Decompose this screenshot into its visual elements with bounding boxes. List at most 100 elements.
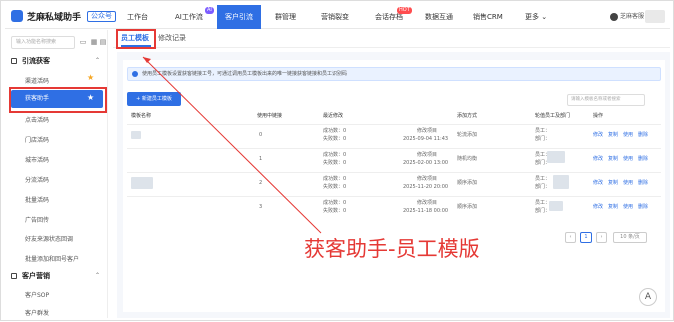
sidebar-item-channel-code[interactable]: 渠道活码 [25, 76, 49, 85]
sidebar-group-label: 客户营销 [22, 272, 50, 280]
star-icon[interactable]: ★ [87, 73, 94, 82]
sidebar-group-marketing[interactable]: 客户营销 [11, 271, 50, 281]
edit-link[interactable]: 修改 [593, 180, 603, 187]
column-header: 操作 [593, 113, 604, 119]
table-row: 1 成功数：0 失败数：0 修改项目 2025-02-00 13:00 随机均衡… [127, 148, 661, 172]
dept-label: 部门： [535, 184, 551, 190]
use-link[interactable]: 使用 [623, 156, 633, 163]
delete-link[interactable]: 删除 [638, 180, 648, 187]
link-count: 3 [259, 204, 263, 210]
sidebar-search-input[interactable]: 输入功能名称搜索 [11, 36, 75, 49]
page-current-button[interactable]: 1 [580, 232, 592, 243]
copy-link[interactable]: 复制 [608, 204, 618, 211]
copy-link[interactable]: 复制 [608, 156, 618, 163]
template-search-input[interactable]: 请输入模板名称或者搜索 [567, 94, 645, 106]
sidebar-item-split-code[interactable]: 分流活码 [25, 175, 49, 184]
add-method: 轮流添加 [457, 132, 478, 138]
nav-data-sync[interactable]: 数据互通 [425, 5, 453, 29]
dept-label: 部门： [535, 136, 551, 142]
sidebar-item-click-code[interactable]: 点击活码 [25, 115, 49, 124]
redacted-staff [549, 201, 563, 211]
brand-tag[interactable]: 公众号 [87, 11, 116, 22]
link-count: 2 [259, 180, 263, 186]
assistant-float-button[interactable]: A [639, 288, 657, 306]
redacted-staff [553, 175, 569, 189]
chevron-up-icon[interactable]: ⌃ [95, 272, 100, 279]
group-icon [11, 273, 17, 279]
sidebar-item-batch-add[interactable]: 批量添加和回号客户 [25, 254, 79, 263]
redacted-staff [547, 151, 565, 163]
tab-change-log[interactable]: 修改记录 [158, 33, 186, 43]
edit-link[interactable]: 修改 [593, 156, 603, 163]
layout-icon[interactable]: ▤ [99, 38, 107, 46]
sidebar-item-city-code[interactable]: 城市活码 [25, 155, 49, 164]
delete-link[interactable]: 删除 [638, 132, 648, 139]
column-header: 模板名称 [131, 113, 152, 119]
page-next-button[interactable]: › [596, 232, 607, 243]
column-header: 最近修改 [323, 113, 344, 119]
app-window: 芝麻私域助手 公众号 工作台 AI工作流 AI 客户引流 群管理 营销裂变 会话… [0, 0, 674, 321]
use-link[interactable]: 使用 [623, 132, 633, 139]
link-count: 0 [259, 132, 263, 138]
fail-count: 失败数：0 [323, 184, 347, 190]
sidebar-group-label: 引流获客 [22, 57, 50, 65]
success-count: 成功数：0 [323, 200, 347, 206]
edit-link[interactable]: 修改 [593, 132, 603, 139]
highlight-box-sidebar [9, 87, 107, 113]
copy-link[interactable]: 复制 [608, 180, 618, 187]
modified-time: 2025-02-00 13:00 [403, 160, 449, 166]
group-icon [11, 58, 17, 64]
link-count: 1 [259, 156, 263, 162]
nav-more[interactable]: 更多 ⌄ [525, 5, 547, 29]
nav-marketing[interactable]: 营销裂变 [321, 5, 349, 29]
modifier: 修改项目 [417, 152, 438, 158]
collapse-icon[interactable]: ▭ [79, 38, 87, 46]
sidebar-group-acquisition[interactable]: 引流获客 [11, 56, 50, 66]
info-icon [132, 71, 138, 77]
nav-ai-workflow[interactable]: AI工作流 [175, 5, 203, 29]
sidebar-item-ad-callback[interactable]: 广告回传 [25, 215, 49, 224]
user-menu[interactable]: 芝麻客服 [610, 11, 644, 21]
modified-time: 2025-09-04 11:43 [403, 136, 449, 142]
success-count: 成功数：0 [323, 128, 347, 134]
template-card: 使用员工模板设置获客链接工号，可通过调用员工模板出来的唯一链接获客链接和员工识别… [123, 60, 665, 312]
delete-link[interactable]: 删除 [638, 204, 648, 211]
nav-hot-badge: HOT [397, 7, 412, 14]
sidebar-item-customer-broadcast[interactable]: 客户群发 [25, 308, 49, 317]
chevron-up-icon[interactable]: ⌃ [95, 57, 100, 64]
nav-sales-crm[interactable]: 销售CRM [473, 5, 503, 29]
modified-time: 2025-11-18 00:00 [403, 208, 449, 214]
add-method: 顺序添加 [457, 204, 478, 210]
tab-bar: 员工模板 修改记录 [113, 30, 670, 48]
nav-group-management[interactable]: 群管理 [275, 5, 296, 29]
calendar-icon[interactable]: ▦ [90, 38, 98, 46]
sidebar-item-customer-sop[interactable]: 客户SOP [25, 290, 49, 299]
highlight-box-tab [116, 29, 156, 49]
sidebar-item-store-code[interactable]: 门店活码 [25, 135, 49, 144]
use-link[interactable]: 使用 [623, 180, 633, 187]
fail-count: 失败数：0 [323, 208, 347, 214]
table-row: 0 成功数：0 失败数：0 修改项目 2025-09-04 11:43 轮流添加… [127, 124, 661, 148]
nav-workbench[interactable]: 工作台 [127, 5, 148, 29]
page-prev-button[interactable]: ‹ [565, 232, 576, 243]
use-link[interactable]: 使用 [623, 204, 633, 211]
column-header[interactable]: 使用中链接 [257, 112, 282, 119]
table-row: 3 成功数：0 失败数：0 修改项目 2025-11-18 00:00 顺序添加… [127, 196, 661, 220]
notice-text: 使用员工模板设置获客链接工号，可通过调用员工模板出来的唯一链接获客链接和员工识别… [142, 71, 348, 77]
avatar[interactable] [645, 10, 665, 23]
modifier: 修改项目 [417, 200, 438, 206]
staff-label: 员工： [535, 176, 551, 182]
modifier: 修改项目 [417, 176, 438, 182]
success-count: 成功数：0 [323, 176, 347, 182]
page-size-select[interactable]: 10 条/页 [613, 232, 647, 243]
add-template-button[interactable]: + 新建员工模板 [127, 92, 181, 106]
sidebar-item-batch-code[interactable]: 批量活码 [25, 195, 49, 204]
staff-label: 员工： [535, 200, 551, 206]
delete-link[interactable]: 删除 [638, 156, 648, 163]
sidebar-item-friend-source[interactable]: 好友来源状态回调 [25, 234, 73, 243]
fail-count: 失败数：0 [323, 160, 347, 166]
edit-link[interactable]: 修改 [593, 204, 603, 211]
nav-customer-acquisition[interactable]: 客户引流 [217, 5, 261, 29]
copy-link[interactable]: 复制 [608, 132, 618, 139]
table-row: 2 成功数：0 失败数：0 修改项目 2025-11-20 20:00 顺序添加… [127, 172, 661, 196]
